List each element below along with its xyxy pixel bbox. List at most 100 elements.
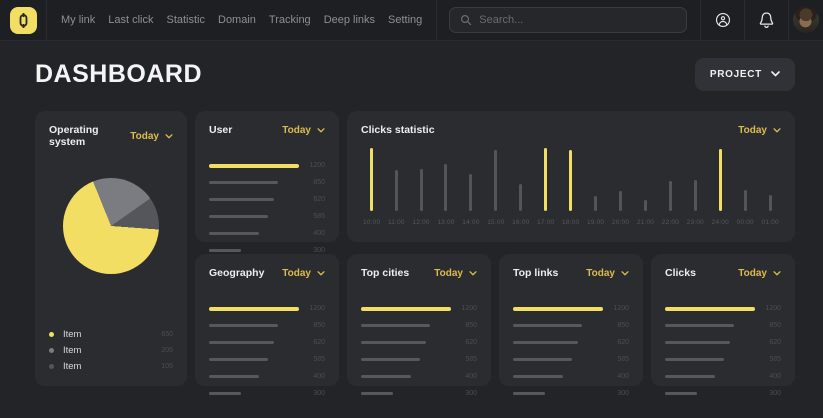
legend-row: Item650 [49,329,173,340]
bar-row: 300 [209,390,325,397]
bar-track [361,307,451,311]
bar-row: 850 [361,322,477,329]
bar-track [513,324,603,327]
bar-value: 620 [299,339,325,346]
time-label: 12:00 [412,219,429,226]
notifications-button[interactable] [744,0,788,40]
bar [494,150,497,211]
bar-value: 850 [299,179,325,186]
bar-row: 300 [513,390,629,397]
bar-value: 620 [451,339,477,346]
top-bar: My link Last click Statistic Domain Trac… [0,0,823,41]
project-button-label: PROJECT [710,69,762,80]
bar-value: 585 [299,356,325,363]
bar-value: 850 [299,322,325,329]
bar-row: 850 [209,179,325,186]
pie-legend: Item650Item205Item105 [49,329,173,374]
period-select-operating-system[interactable]: Today [130,131,173,142]
card-title: User [209,124,232,136]
time-label: 13:00 [437,219,454,226]
bar [665,307,755,311]
legend-value: 105 [161,363,173,370]
time-label: 10:00 [363,219,380,226]
period-select-clicks-statistic[interactable]: Today [738,125,781,136]
legend-label: Item [63,361,81,372]
nav-deep-links[interactable]: Deep links [324,14,375,26]
bar [644,200,647,211]
legend-dot [49,332,54,337]
bar [209,249,241,252]
project-button[interactable]: PROJECT [695,58,795,91]
bar [361,392,393,395]
bar-row: 300 [361,390,477,397]
nav-my-link[interactable]: My link [61,14,95,26]
top-cities-card: Top cities Today 1200850620585400300 [347,254,491,386]
bar [513,392,545,395]
search-input[interactable] [479,14,676,26]
clicks-bar-chart: 1200850620585400300 [665,305,781,397]
chevron-down-icon [317,271,325,276]
bar [513,324,582,327]
bar [694,180,697,211]
nav-last-click[interactable]: Last click [108,14,153,26]
geography-card: Geography Today 1200850620585400300 [195,254,339,386]
bar [420,169,423,211]
user-avatar[interactable] [793,7,819,33]
period-select-top-cities[interactable]: Today [434,268,477,279]
chevron-down-icon [771,71,780,77]
bar-value: 400 [299,373,325,380]
bar-track [209,181,299,184]
nav-statistic[interactable]: Statistic [166,14,205,26]
nav-domain[interactable]: Domain [218,14,256,26]
bar-track [361,375,451,378]
bar-row: 1200 [209,162,325,169]
bar-value: 850 [603,322,629,329]
bar [209,324,278,327]
bar-row: 1200 [209,305,325,312]
bar [469,174,472,211]
clicks-statistic-bar-chart: 10:0011:0012:0013:0014:0015:0016:0017:00… [361,148,781,226]
bar-track [513,307,603,311]
bar-column: 18:00 [562,148,579,226]
account-button[interactable] [700,0,744,40]
chevron-down-icon [773,128,781,133]
bar-row: 400 [209,373,325,380]
bar-value: 400 [299,230,325,237]
time-label: 22:00 [662,219,679,226]
time-label: 20:00 [612,219,629,226]
bar-track [665,358,755,361]
bar-row: 300 [665,390,781,397]
nav-tracking[interactable]: Tracking [269,14,311,26]
bar-row: 400 [361,373,477,380]
bar-row: 585 [209,356,325,363]
bar-row: 620 [209,339,325,346]
legend-dot [49,364,54,369]
bar-track [513,375,603,378]
bar-value: 850 [755,322,781,329]
clicks-card: Clicks Today 1200850620585400300 [651,254,795,386]
bar-value: 400 [451,373,477,380]
nav-setting[interactable]: Setting [388,14,422,26]
bar-track [513,358,603,361]
bar-value: 620 [603,339,629,346]
bar-value: 300 [451,390,477,397]
time-label: 19:00 [587,219,604,226]
time-label: 01:00 [762,219,779,226]
bar [769,195,772,211]
bar-track [665,324,755,327]
bar-value: 300 [299,247,325,254]
period-select-user[interactable]: Today [282,125,325,136]
bar-value: 620 [299,196,325,203]
bar [665,341,730,344]
search-section [436,0,700,40]
bar-column: 17:00 [537,148,554,226]
period-select-clicks[interactable]: Today [738,268,781,279]
app-logo[interactable] [10,7,37,34]
period-select-geography[interactable]: Today [282,268,325,279]
legend-row: Item 105 [49,361,173,372]
bar-value: 585 [451,356,477,363]
period-select-top-links[interactable]: Today [586,268,629,279]
bar [519,184,522,211]
bar [669,181,672,211]
bar-value: 1200 [755,305,781,312]
